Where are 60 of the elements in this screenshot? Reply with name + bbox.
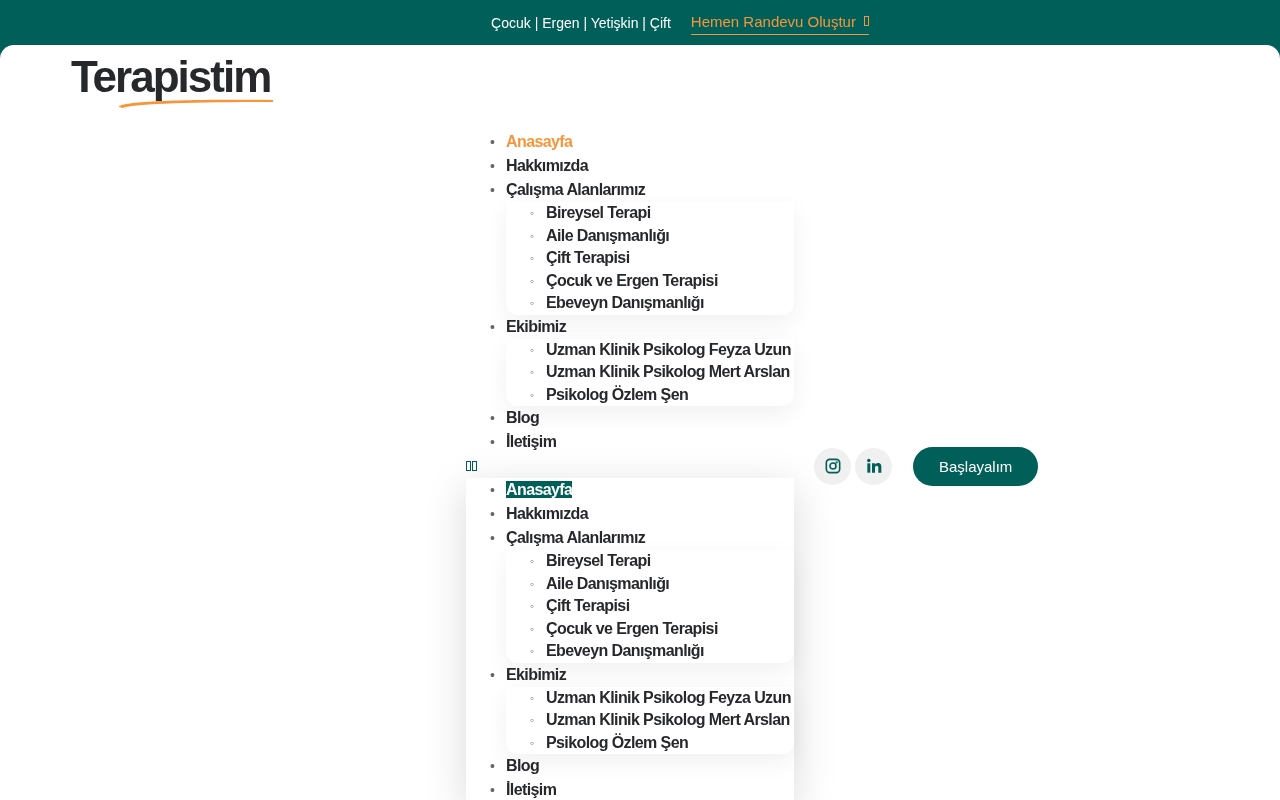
nav-link[interactable]: Çalışma Alanlarımız bbox=[506, 181, 646, 198]
submenu-link[interactable]: Aile Danışmanlığı bbox=[546, 226, 670, 244]
tagline: Çocuk | Ergen | Yetişkin | Çift bbox=[491, 14, 671, 31]
list-bullet: • bbox=[490, 317, 495, 337]
submenu-link[interactable]: Uzman Klinik Psikolog Mert Arslan bbox=[546, 711, 790, 728]
list-bullet: ◦ bbox=[530, 712, 535, 729]
linkedin-icon[interactable] bbox=[855, 447, 892, 485]
submenu-link[interactable]: Çocuk ve Ergen Terapisi bbox=[546, 619, 718, 637]
submenu-link[interactable]: Çift Terapisi bbox=[546, 597, 630, 614]
list-bullet: • bbox=[490, 781, 495, 800]
nav-link[interactable]: Çalışma Alanlarımız bbox=[506, 529, 646, 546]
list-bullet: ◦ bbox=[530, 227, 535, 245]
nav-link[interactable]: Hakkımızda bbox=[506, 505, 589, 522]
nav-link[interactable]: Blog bbox=[506, 409, 540, 426]
submenu-link[interactable]: Uzman Klinik Psikolog Feyza Uzun bbox=[546, 340, 791, 358]
list-bullet: • bbox=[490, 529, 495, 548]
list-bullet: • bbox=[490, 481, 495, 500]
submenu-link[interactable]: Bireysel Terapi bbox=[546, 204, 651, 221]
submenu-link[interactable]: Aile Danışmanlığı bbox=[546, 574, 670, 592]
list-bullet: • bbox=[490, 181, 495, 200]
nav-link[interactable]: İletişim bbox=[506, 781, 557, 798]
start-button[interactable]: Başlayalım bbox=[913, 446, 1039, 486]
list-bullet: • bbox=[490, 433, 495, 452]
nav-link[interactable]: Blog bbox=[506, 757, 540, 774]
nav-link[interactable]: Ekibimiz bbox=[506, 665, 567, 683]
list-bullet: ◦ bbox=[530, 272, 535, 290]
list-bullet: ◦ bbox=[530, 364, 535, 381]
list-bullet: ◦ bbox=[530, 295, 535, 312]
list-bullet: • bbox=[490, 757, 495, 776]
submenu-link[interactable]: Uzman Klinik Psikolog Mert Arslan bbox=[546, 363, 790, 380]
submenu-link[interactable]: Ebeveyn Danışmanlığı bbox=[546, 642, 704, 659]
submenu-link[interactable]: Uzman Klinik Psikolog Feyza Uzun bbox=[546, 688, 791, 706]
submenu-link[interactable]: Psikolog Özlem Şen bbox=[546, 733, 689, 751]
missing-glyph-icon bbox=[863, 16, 869, 26]
list-bullet: ◦ bbox=[530, 553, 535, 570]
list-bullet: • bbox=[490, 665, 495, 685]
list-bullet: ◦ bbox=[530, 250, 535, 267]
instagram-icon[interactable] bbox=[814, 447, 851, 485]
submenu-link[interactable]: Çocuk ve Ergen Terapisi bbox=[546, 271, 718, 289]
list-bullet: ◦ bbox=[530, 598, 535, 615]
submenu-link[interactable]: Ebeveyn Danışmanlığı bbox=[546, 294, 704, 311]
list-bullet: ◦ bbox=[530, 689, 535, 707]
list-bullet: ◦ bbox=[530, 205, 535, 222]
submenu-link[interactable]: Çift Terapisi bbox=[546, 249, 630, 266]
submenu-link[interactable]: Psikolog Özlem Şen bbox=[546, 385, 689, 403]
list-bullet: ◦ bbox=[530, 620, 535, 638]
list-bullet: ◦ bbox=[530, 643, 535, 660]
list-bullet: • bbox=[490, 505, 495, 524]
submenu-link[interactable]: Bireysel Terapi bbox=[546, 552, 651, 569]
nav-link[interactable]: Anasayfa bbox=[506, 481, 573, 498]
list-bullet: • bbox=[490, 409, 495, 428]
list-bullet: ◦ bbox=[530, 386, 535, 404]
list-bullet: ◦ bbox=[530, 341, 535, 359]
list-bullet: • bbox=[490, 157, 495, 176]
nav-link[interactable]: İletişim bbox=[506, 433, 557, 450]
list-bullet: ◦ bbox=[530, 575, 535, 593]
nav-link[interactable]: Hakkımızda bbox=[506, 157, 589, 174]
list-bullet: ◦ bbox=[530, 734, 535, 752]
list-bullet: • bbox=[490, 133, 495, 152]
nav-link[interactable]: Ekibimiz bbox=[506, 317, 567, 335]
